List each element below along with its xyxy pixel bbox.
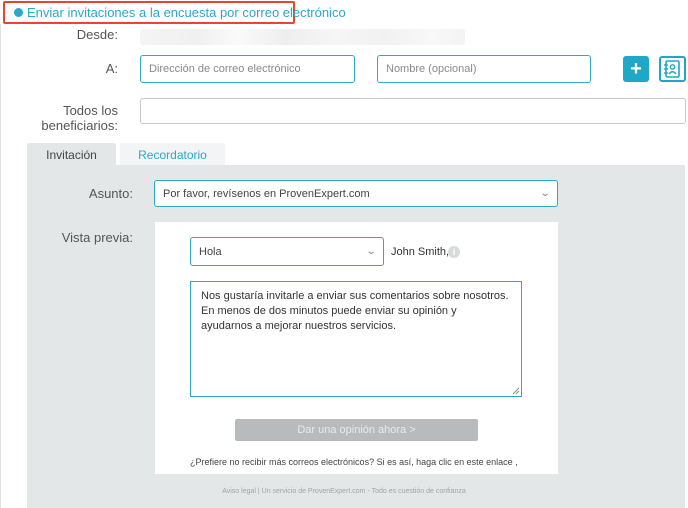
recipient-name: John Smith, [391, 246, 450, 258]
address-book-icon [664, 60, 680, 78]
from-value-redacted [140, 29, 465, 45]
all-recipients-label-line1: Todos los [63, 103, 118, 118]
circle-bullet-icon [14, 8, 23, 17]
tab-reminder-label: Recordatorio [138, 147, 207, 162]
subject-select[interactable]: Por favor, revísenos en ProvenExpert.com… [154, 180, 558, 207]
tab-reminder[interactable]: Recordatorio [120, 143, 225, 166]
from-label: Desde: [76, 27, 118, 42]
message-textarea[interactable]: Nos gustaría invitarle a enviar sus come… [190, 281, 522, 397]
email-field[interactable]: Dirección de correo electrónico [140, 55, 355, 83]
all-recipients-label-line2: beneficiarios: [41, 118, 118, 133]
chevron-down-icon: ⌄ [539, 188, 551, 199]
message-text: Nos gustaría invitarle a enviar sus come… [201, 290, 509, 332]
tab-invitation-label: Invitación [46, 147, 97, 162]
footer-text: Aviso legal | Un servicio de ProvenExper… [222, 488, 466, 495]
name-field[interactable]: Nombre (opcional) [377, 55, 591, 83]
give-feedback-button[interactable]: Dar una opinión ahora > [235, 419, 478, 441]
all-recipients-field[interactable] [140, 98, 686, 124]
all-recipients-label: Todos los beneficiarios: [30, 103, 118, 133]
greeting-value: Hola [199, 245, 222, 258]
email-placeholder: Dirección de correo electrónico [149, 63, 301, 75]
plus-icon: + [630, 58, 642, 80]
resize-handle-icon[interactable] [512, 387, 520, 395]
add-recipient-button[interactable]: + [623, 56, 649, 82]
to-label: A: [105, 61, 118, 76]
section-title-box[interactable]: Enviar invitaciones a la encuesta por co… [3, 1, 346, 24]
preview-label: Vista previa: [61, 230, 133, 245]
give-feedback-label: Dar una opinión ahora > [297, 424, 416, 436]
left-divider [0, 24, 1, 508]
subject-label: Asunto: [88, 186, 133, 201]
section-title: Enviar invitaciones a la encuesta por co… [27, 5, 346, 20]
address-book-button[interactable] [659, 56, 686, 82]
subject-value: Por favor, revísenos en ProvenExpert.com [163, 187, 370, 200]
unsubscribe-link[interactable]: ¿Prefiere no recibir más correos electró… [190, 457, 518, 467]
info-icon[interactable]: i [448, 246, 460, 258]
greeting-select[interactable]: Hola ⌄ [190, 237, 384, 266]
chevron-down-icon: ⌄ [365, 246, 377, 257]
name-placeholder: Nombre (opcional) [386, 63, 477, 75]
tab-invitation[interactable]: Invitación [27, 143, 116, 166]
